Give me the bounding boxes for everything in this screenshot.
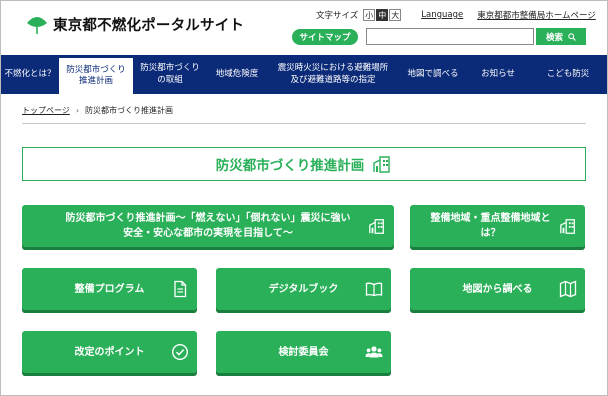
- nav-item-regional-risk[interactable]: 地域危険度: [207, 55, 267, 94]
- search-button-label: 検索: [545, 32, 563, 43]
- nav-item-kids-disaster-prevention[interactable]: こども防災: [529, 55, 607, 94]
- building-icon: [373, 156, 390, 173]
- nav-item-initiatives[interactable]: 防災都市づくり の取組: [133, 55, 207, 94]
- site-logo[interactable]: 東京都不燃化ポータルサイト: [26, 14, 244, 35]
- font-size-small-button[interactable]: 小: [363, 9, 376, 21]
- card-development-program[interactable]: 整備プログラム: [22, 268, 197, 310]
- card-label: 改定のポイント: [74, 346, 145, 358]
- card-digital-book[interactable]: デジタルブック: [216, 268, 391, 310]
- breadcrumb-current: 防災都市づくり推進計画: [85, 106, 174, 115]
- breadcrumb-divider: [22, 123, 586, 124]
- language-link[interactable]: Language: [421, 10, 463, 20]
- document-icon: [171, 280, 189, 298]
- font-size-label: 文字サイズ: [316, 11, 359, 21]
- chevron-right-icon: ›: [75, 106, 80, 115]
- card-label: デジタルブック: [268, 283, 339, 295]
- search-input[interactable]: [366, 28, 534, 45]
- card-map-search[interactable]: 地図から調べる: [410, 268, 585, 310]
- card-development-areas[interactable]: 整備地域・重点整備地域と は？: [410, 205, 585, 247]
- breadcrumb-home-link[interactable]: トップページ: [22, 105, 70, 116]
- card-review-committee[interactable]: 検討委員会: [216, 331, 391, 373]
- search-icon: [568, 32, 576, 41]
- font-size-large-button[interactable]: 大: [389, 9, 402, 21]
- page-title: 防災都市づくり推進計画: [22, 147, 586, 181]
- nav-item-about-fireproofing[interactable]: 不燃化とは？: [1, 55, 59, 94]
- site-title: 東京都不燃化ポータルサイト: [53, 18, 245, 34]
- card-label: 防災都市づくり推進計画〜「燃えない」「倒れない」震災に強い 安全・安心な都市の実…: [65, 213, 351, 239]
- nav-item-disaster-prevention-plan[interactable]: 防災都市づくり 推進計画: [59, 55, 133, 94]
- building-icon: [368, 217, 386, 235]
- card-revision-points[interactable]: 改定のポイント: [22, 331, 197, 373]
- card-plan-overview[interactable]: 防災都市づくり推進計画〜「燃えない」「倒れない」震災に強い 安全・安心な都市の実…: [22, 205, 394, 247]
- ginkgo-leaf-icon: [27, 16, 47, 34]
- nav-item-news[interactable]: お知らせ: [467, 55, 529, 94]
- font-size-medium-button[interactable]: 中: [376, 9, 389, 21]
- group-icon: [365, 343, 383, 361]
- bureau-home-link[interactable]: 東京都都市整備局ホームページ: [477, 9, 596, 21]
- global-nav: 不燃化とは？ 防災都市づくり 推進計画 防災都市づくり の取組 地域危険度 震災…: [1, 55, 607, 94]
- card-label: 地図から調べる: [462, 283, 533, 295]
- book-icon: [365, 280, 383, 298]
- breadcrumb: トップページ › 防災都市づくり推進計画: [22, 105, 173, 116]
- map-icon: [559, 280, 577, 298]
- card-label: 整備地域・重点整備地域と は？: [430, 213, 551, 239]
- card-label: 整備プログラム: [74, 283, 145, 295]
- building-icon: [559, 217, 577, 235]
- card-label: 検討委員会: [278, 346, 329, 358]
- check-circle-icon: [171, 343, 189, 361]
- search-button[interactable]: 検索: [536, 28, 586, 45]
- nav-item-evacuation-sites[interactable]: 震災時火災における避難場所 及び避難道路等の指定: [267, 55, 399, 94]
- page-title-text: 防災都市づくり推進計画: [215, 158, 365, 174]
- utility-bar: 文字サイズ 小 中 大 Language 東京都都市整備局ホームページ: [316, 9, 596, 21]
- sitemap-button[interactable]: サイトマップ: [292, 29, 358, 45]
- nav-item-map-search[interactable]: 地図で調べる: [399, 55, 467, 94]
